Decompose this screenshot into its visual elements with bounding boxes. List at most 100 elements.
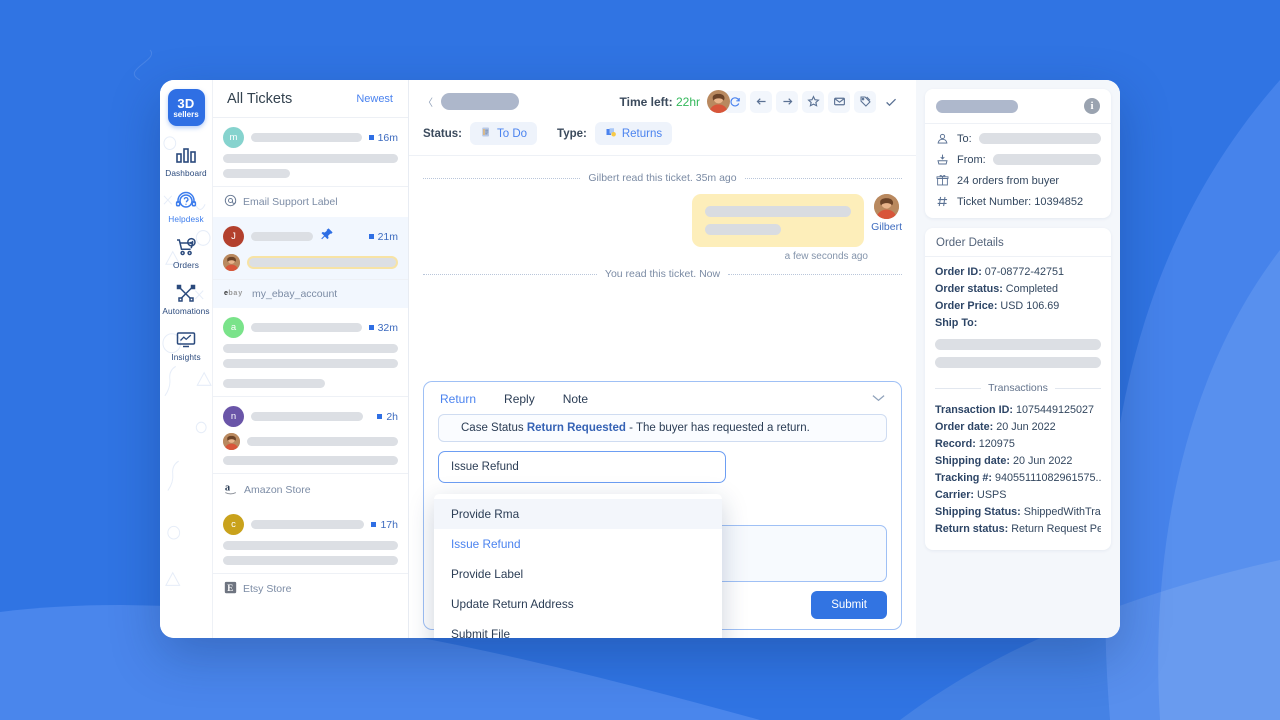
sidebar-item-automations[interactable]: Automations xyxy=(160,276,212,322)
order-detail-row: Order ID: 07-08772-42751 xyxy=(935,266,1101,278)
chevron-down-icon[interactable] xyxy=(872,394,885,405)
ticket-list-header: All Tickets Newest xyxy=(213,80,408,118)
app-logo[interactable]: 3D sellers xyxy=(167,89,205,126)
ticket-list-body[interactable]: m 16m Email Support Label J 21m e b a y … xyxy=(213,118,408,638)
tab-reply[interactable]: Reply xyxy=(504,392,535,406)
ticket-header-top-row: 〈 Time left: 22hr xyxy=(423,90,902,113)
avatar xyxy=(874,194,900,219)
order-detail-key: Ship To: xyxy=(935,317,978,329)
forward-arrow-icon[interactable] xyxy=(776,90,798,113)
amazon-icon: a xyxy=(224,481,238,498)
ticket-subject-placeholder xyxy=(441,93,519,110)
case-status-dash: - xyxy=(629,422,633,434)
ticket-list-sort-button[interactable]: Newest xyxy=(356,93,393,105)
bar-chart-icon xyxy=(175,145,197,165)
ticket-preview-line xyxy=(223,359,398,368)
message-bubble[interactable] xyxy=(692,194,865,247)
type-badge[interactable]: Returns xyxy=(594,122,673,145)
inbox-icon xyxy=(935,153,950,166)
sidebar-item-automations-label: Automations xyxy=(162,306,210,316)
list-item[interactable]: c 17h xyxy=(213,505,408,574)
transaction-key: Return status: xyxy=(935,523,1009,535)
cart-check-icon xyxy=(175,237,197,257)
transactions-title: Transactions xyxy=(988,382,1048,394)
ebay-icon: e b a y xyxy=(224,287,246,301)
ticket-source-row: Email Support Label xyxy=(213,187,408,217)
ticket-preview-line xyxy=(247,437,398,446)
return-action-dropdown[interactable]: Provide Rma Issue Refund Provide Label U… xyxy=(434,494,722,638)
case-status-value: Return Requested xyxy=(526,422,626,434)
list-item[interactable]: m 16m xyxy=(213,118,408,187)
divider-line xyxy=(423,273,597,275)
tab-note[interactable]: Note xyxy=(563,392,588,406)
sidebar-item-orders[interactable]: Orders xyxy=(160,230,212,276)
list-item[interactable]: J 21m xyxy=(213,217,408,280)
star-icon[interactable] xyxy=(802,90,824,113)
svg-text:e: e xyxy=(224,289,228,297)
tag-icon[interactable] xyxy=(854,90,876,113)
at-icon xyxy=(224,194,237,210)
list-item-top-row: m 16m xyxy=(223,127,398,148)
composer-tabs: Return Reply Note xyxy=(424,382,901,414)
etsy-icon: E xyxy=(224,581,237,597)
dropdown-option-provide-rma[interactable]: Provide Rma xyxy=(434,499,722,529)
transaction-value: 1075449125027 xyxy=(1016,404,1095,416)
svg-text:b: b xyxy=(228,289,233,297)
time-left-label: Time left: xyxy=(619,94,673,109)
avatar: J xyxy=(223,226,244,247)
time-left: Time left: 22hr xyxy=(620,95,701,109)
ticket-source-label: Amazon Store xyxy=(244,483,311,496)
dropdown-option-submit-file[interactable]: Submit File xyxy=(434,619,722,638)
list-item-top-row: J 21m xyxy=(223,226,398,247)
transaction-key: Shipping Status: xyxy=(935,506,1021,518)
check-icon[interactable] xyxy=(880,91,902,113)
sidebar-item-insights[interactable]: Insights xyxy=(160,322,212,368)
contact-to-value-placeholder xyxy=(978,133,1101,144)
transaction-key: Transaction ID: xyxy=(935,404,1013,416)
divider-line xyxy=(1054,387,1101,389)
transaction-value: 94055111082961575... xyxy=(995,472,1101,484)
dropdown-option-update-return-address[interactable]: Update Return Address xyxy=(434,589,722,619)
ticket-header-actions: Time left: 22hr xyxy=(620,90,903,113)
ticket-preview-line xyxy=(223,344,398,353)
ticket-preview-line xyxy=(223,541,398,550)
envelope-icon[interactable] xyxy=(828,90,850,113)
case-status-label: Case Status xyxy=(461,422,524,434)
message-outgoing: Gilbert xyxy=(423,194,902,247)
conversation-thread: Gilbert read this ticket. 35m ago Gilber… xyxy=(409,156,916,371)
status-label: Status: xyxy=(423,127,462,140)
unread-dot-icon xyxy=(368,234,374,239)
svg-text:E: E xyxy=(227,583,233,593)
sidebar-item-helpdesk[interactable]: Helpdesk xyxy=(160,184,212,230)
info-icon[interactable]: i xyxy=(1084,98,1100,114)
order-detail-value: 07-08772-42751 xyxy=(984,266,1065,278)
monitor-chart-icon xyxy=(175,329,197,349)
list-item[interactable]: n 2h xyxy=(213,397,408,474)
dropdown-option-issue-refund[interactable]: Issue Refund xyxy=(434,529,722,559)
logo-line-1: 3D xyxy=(177,95,195,111)
return-action-select[interactable]: Issue Refund xyxy=(438,451,726,483)
pin-icon[interactable] xyxy=(320,227,334,246)
transaction-row: Transaction ID: 1075449125027 xyxy=(935,404,1101,416)
ticket-preview-line xyxy=(223,556,398,565)
dropdown-option-provide-label[interactable]: Provide Label xyxy=(434,559,722,589)
unread-dot-icon xyxy=(371,522,377,527)
submit-button[interactable]: Submit xyxy=(811,591,887,619)
status-badge[interactable]: To Do xyxy=(469,122,538,145)
sidebar-item-dashboard[interactable]: Dashboard xyxy=(160,138,212,184)
tab-return[interactable]: Return xyxy=(440,392,476,406)
list-item-reply-row xyxy=(223,433,398,450)
ticket-source-label: Email Support Label xyxy=(243,196,338,208)
back-arrow-icon[interactable] xyxy=(750,90,772,113)
order-detail-value: Completed xyxy=(1005,283,1059,295)
ticket-preview-line xyxy=(223,154,398,163)
user-icon xyxy=(935,132,950,145)
ticket-subject-placeholder xyxy=(251,520,365,529)
read-receipt-bottom: You read this ticket. Now xyxy=(423,268,903,280)
assignee-avatar[interactable] xyxy=(707,90,730,113)
list-item[interactable]: a 32m xyxy=(213,308,408,397)
ticket-subject-placeholder xyxy=(251,232,313,241)
ticket-preview-line xyxy=(223,379,325,388)
ticket-number-row: Ticket Number: 10394852 xyxy=(935,195,1101,208)
back-chevron-icon[interactable]: 〈 xyxy=(423,94,433,109)
